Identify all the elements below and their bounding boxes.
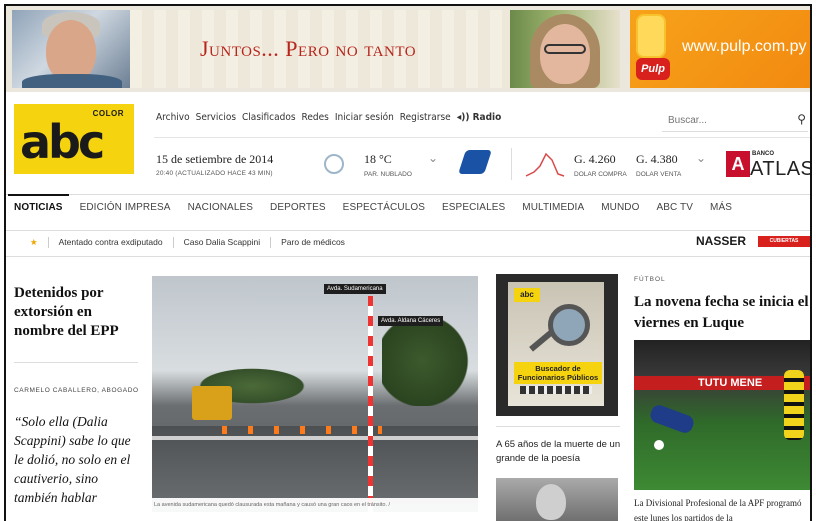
street-pole: [368, 296, 373, 512]
current-date: 15 de setiembre de 2014: [156, 152, 274, 166]
headline-left[interactable]: Detenidos por extorsión en nombre del EP…: [14, 284, 144, 341]
nav-mundo[interactable]: MUNDO: [601, 202, 639, 213]
nav-edicion-impresa[interactable]: EDICIÓN IMPRESA: [80, 202, 171, 213]
utility-nav: Archivo Servicios Clasificados Redes Ini…: [156, 112, 507, 123]
excavator: [192, 386, 232, 420]
weather-condition: PAR. NUBLADO: [364, 171, 412, 178]
star-icon: ★: [30, 237, 38, 247]
divider: [14, 362, 138, 363]
currency-chart-icon: [525, 152, 565, 177]
magnifier-icon: [548, 304, 590, 346]
ad-url: www.pulp.com.py: [682, 38, 807, 55]
banco-atlas-logo-icon[interactable]: A: [726, 151, 750, 177]
top-ad-banner[interactable]: Juntos... Pero no tanto Pulp www.pulp.co…: [6, 6, 810, 92]
search-box: ⚲: [662, 110, 808, 132]
ad-photo-man: [12, 10, 130, 88]
header-divider: [154, 137, 810, 138]
street-sign: Avda. Sudamericana: [324, 284, 386, 294]
logo-abc-text: abc: [20, 115, 105, 169]
link-servicios[interactable]: Servicios: [196, 112, 236, 123]
search-icon[interactable]: ⚲: [797, 112, 806, 126]
nav-noticias[interactable]: NOTICIAS: [8, 194, 69, 213]
promo-label: Buscador de Funcionarios Públicos: [514, 362, 602, 384]
temperature: 18 °C: [364, 152, 392, 166]
mini-abc-logo: abc: [514, 288, 540, 302]
story-summary: La Divisional Profesional de la APF prog…: [634, 498, 802, 521]
nav-mas[interactable]: MÁS: [710, 202, 732, 213]
player-yellow: [784, 370, 804, 440]
chevron-down-icon[interactable]: ⌄: [428, 151, 438, 165]
link-archivo[interactable]: Archivo: [156, 112, 190, 123]
nav-espectaculos[interactable]: ESPECTÁCULOS: [343, 202, 425, 213]
link-iniciar-sesion[interactable]: Iniciar sesión: [335, 112, 394, 123]
ad-photo-woman: [510, 10, 620, 88]
headline-middle[interactable]: A 65 años de la muerte de un grande de l…: [496, 438, 622, 466]
bank-name[interactable]: ATLAS: [750, 158, 810, 181]
headline-right[interactable]: La novena fecha se inicia el viernes en …: [634, 292, 810, 334]
nav-abc-tv[interactable]: ABC TV: [657, 202, 694, 213]
quote-text[interactable]: “Solo ella (Dalia Scappini) sabe lo que …: [14, 412, 140, 507]
photo-caption: La avenida sudamericana quedó clausurada…: [152, 498, 478, 512]
link-radio[interactable]: ◂)) Radio: [457, 112, 502, 123]
nav-divider-top: [6, 194, 810, 195]
dollar-sell-label: DOLAR VENTA: [636, 171, 682, 178]
bottle-icon: [636, 14, 666, 58]
dollar-buy-label: DOLAR COMPRA: [574, 171, 627, 178]
nav-divider-bottom: [6, 230, 810, 231]
buscador-funcionarios-promo[interactable]: abc Buscador de Funcionarios Públicos: [496, 274, 618, 416]
divider: [496, 426, 620, 427]
bank-small-label: BANCO: [752, 151, 774, 157]
divider: [511, 148, 512, 180]
ad-title-panel: Juntos... Pero no tanto: [130, 10, 510, 88]
nav-especiales[interactable]: ESPECIALES: [442, 202, 505, 213]
main-nav: NOTICIAS EDICIÓN IMPRESA NACIONALES DEPO…: [8, 194, 749, 213]
trending-item[interactable]: Caso Dalia Scappini: [172, 237, 271, 248]
chevron-down-icon[interactable]: ⌄: [696, 151, 706, 165]
link-registrarse[interactable]: Registrarse: [400, 112, 451, 123]
trending-divider: [6, 256, 810, 257]
updated-time: 20:40 (ACTUALIZADO HACE 43 MIN): [156, 170, 273, 177]
browser-viewport: Juntos... Pero no tanto Pulp www.pulp.co…: [4, 4, 812, 521]
link-clasificados[interactable]: Clasificados: [242, 112, 296, 123]
nav-nacionales[interactable]: NACIONALES: [188, 202, 253, 213]
ad-title: Juntos... Pero no tanto: [200, 36, 417, 61]
search-input[interactable]: [662, 110, 792, 131]
sponsor-name[interactable]: NASSER: [696, 234, 746, 248]
ball-icon: [654, 440, 664, 450]
link-redes[interactable]: Redes: [302, 112, 329, 123]
nav-multimedia[interactable]: MULTIMEDIA: [522, 202, 584, 213]
section-kicker[interactable]: FÚTBOL: [634, 276, 666, 283]
pulp-logo: Pulp: [636, 58, 670, 80]
player-blue: [648, 403, 696, 435]
main-story-photo[interactable]: Avda. Sudamericana Avda. Aldana Cáceres …: [152, 276, 478, 512]
quote-author: CARMELO CABALLERO, ABOGADO: [14, 387, 139, 394]
trending-item[interactable]: Paro de médicos: [270, 237, 355, 248]
trending-bar: ★ Atentado contra exdiputado Caso Dalia …: [30, 237, 355, 248]
weather-icon: [324, 154, 344, 174]
dollar-buy-rate: G. 4.260: [574, 152, 616, 166]
dollar-sell-rate: G. 4.380: [636, 152, 678, 166]
nav-deportes[interactable]: DEPORTES: [270, 202, 326, 213]
traffic-cones: [222, 426, 382, 434]
football-photo[interactable]: TUTU MENE: [634, 340, 810, 490]
partner-logo-icon[interactable]: [458, 150, 492, 174]
street-sign: Avda. Aldana Cáceres: [378, 316, 444, 326]
pulp-ad[interactable]: Pulp www.pulp.com.py: [630, 10, 810, 88]
middle-story-photo[interactable]: [496, 478, 618, 521]
abc-color-logo[interactable]: COLOR abc: [14, 104, 134, 174]
sponsor-badge[interactable]: CUBIERTAS: [758, 236, 810, 247]
trending-item[interactable]: Atentado contra exdiputado: [47, 237, 173, 248]
